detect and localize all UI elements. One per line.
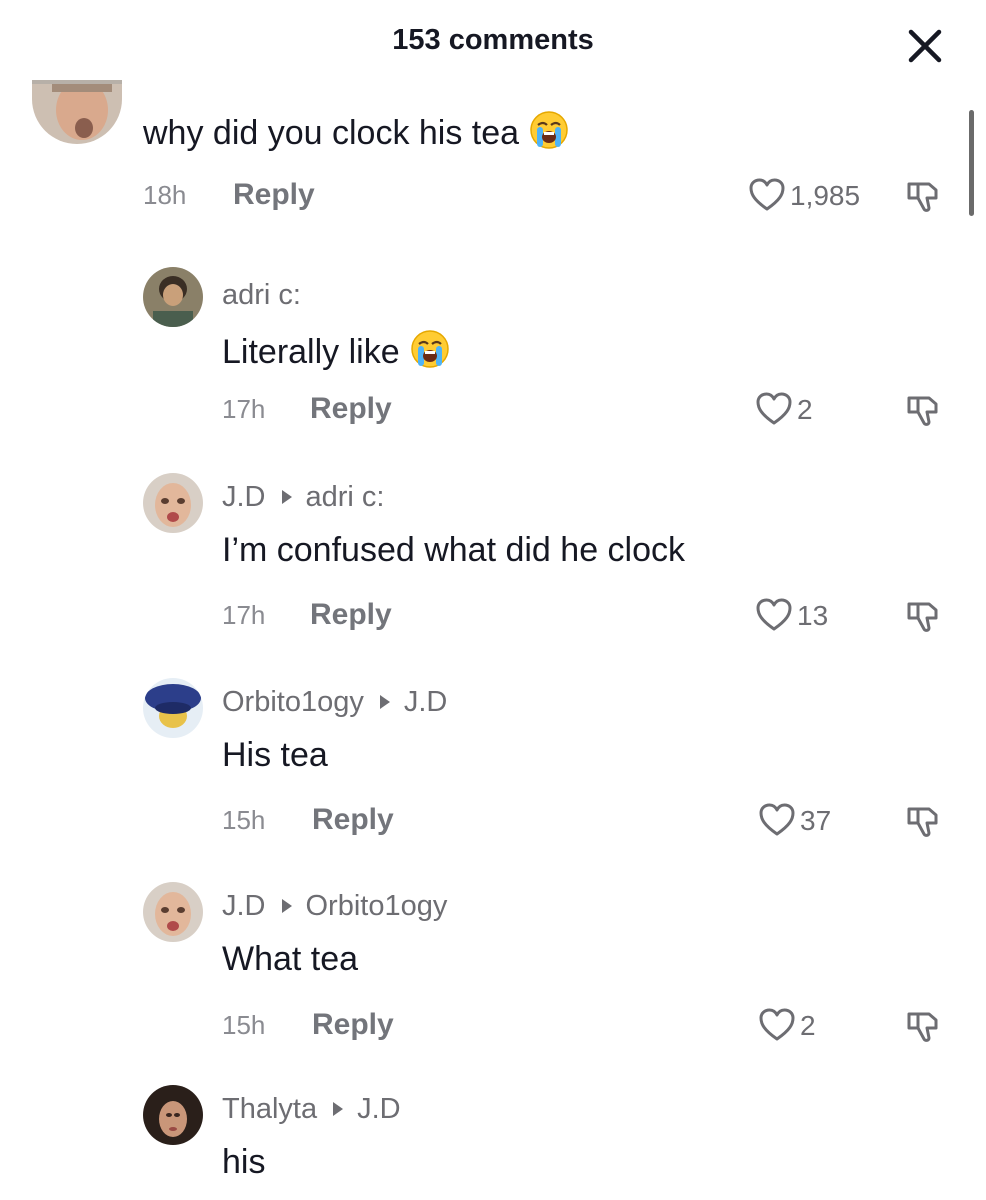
dislike-button[interactable] <box>903 596 943 636</box>
like-count: 37 <box>800 805 832 836</box>
like-button[interactable]: 1,985 <box>748 176 878 216</box>
heart-outline-icon <box>756 392 792 425</box>
reply-to-username[interactable]: J.D <box>404 686 448 718</box>
loudly-crying-emoji-icon <box>410 329 450 378</box>
avatar[interactable] <box>143 1085 203 1145</box>
comment-text-content: His tea <box>222 736 328 774</box>
reply-to-username[interactable]: adri c: <box>306 481 385 513</box>
like-button[interactable]: 2 <box>758 1006 838 1046</box>
username-text[interactable]: J.D <box>222 481 266 513</box>
username-text[interactable]: adri c: <box>222 279 301 311</box>
reply-arrow-icon <box>281 490 292 505</box>
thumbs-down-icon <box>907 396 938 426</box>
comment-username: J.D Orbito1ogy <box>222 890 447 923</box>
loudly-crying-emoji-icon <box>529 110 569 159</box>
reply-arrow-icon <box>379 695 390 710</box>
comment-text: his <box>222 1143 265 1182</box>
dislike-button[interactable] <box>903 1006 943 1046</box>
thumbs-down-icon <box>907 807 938 837</box>
thumbs-down-icon <box>907 1012 938 1042</box>
heart-outline-icon <box>759 1008 795 1041</box>
comments-sheet: 153 comments why did you clock his tea 1… <box>0 0 986 1200</box>
username-text[interactable]: J.D <box>222 890 266 922</box>
comment-username: Thalyta J.D <box>222 1093 401 1126</box>
reply-button[interactable]: Reply <box>233 178 315 212</box>
comment-text: why did you clock his tea <box>143 110 569 159</box>
avatar[interactable] <box>143 473 203 533</box>
comment-text: I’m confused what did he clock <box>222 531 685 570</box>
comment-username: J.D adri c: <box>222 481 384 514</box>
reply-arrow-icon <box>333 1102 344 1117</box>
scrollbar[interactable] <box>969 110 974 216</box>
heart-outline-icon <box>756 598 792 631</box>
dislike-button[interactable] <box>903 390 943 430</box>
reply-arrow-icon <box>281 899 292 914</box>
heart-outline-icon <box>749 178 785 211</box>
comment-text-content: I’m confused what did he clock <box>222 531 686 569</box>
like-count: 2 <box>800 1010 816 1041</box>
reply-to-username[interactable]: J.D <box>357 1093 401 1125</box>
comment-text: His tea <box>222 736 328 775</box>
reply-button[interactable]: Reply <box>310 598 392 632</box>
thumbs-down-icon <box>907 182 938 212</box>
dislike-button[interactable] <box>903 801 943 841</box>
close-button[interactable] <box>905 26 945 66</box>
comment-time: 17h <box>222 600 266 630</box>
comment-username: adri c: <box>222 279 301 312</box>
heart-outline-icon <box>759 803 795 836</box>
comment-time: 17h <box>222 394 266 424</box>
comment-username: Orbito1ogy J.D <box>222 686 447 719</box>
comment-time: 15h <box>222 805 266 835</box>
reply-button[interactable]: Reply <box>310 392 392 426</box>
comment-time: 15h <box>222 1010 266 1040</box>
username-text[interactable]: Thalyta <box>222 1093 317 1125</box>
dislike-button[interactable] <box>903 176 943 216</box>
avatar[interactable] <box>143 882 203 942</box>
comments-count-title: 153 comments <box>392 24 594 56</box>
close-icon <box>908 29 942 63</box>
reply-to-username[interactable]: Orbito1ogy <box>306 890 448 922</box>
comment-text: Literally like <box>222 329 450 378</box>
avatar[interactable] <box>143 267 203 327</box>
comment-time: 18h <box>143 180 187 210</box>
like-count: 13 <box>797 600 829 631</box>
avatar[interactable] <box>32 80 122 144</box>
reply-button[interactable]: Reply <box>312 803 394 837</box>
like-count: 1,985 <box>790 180 861 211</box>
comment-text-content: his <box>222 1143 266 1181</box>
like-button[interactable]: 2 <box>755 390 835 430</box>
reply-button[interactable]: Reply <box>312 1008 394 1042</box>
comment-text-content: What tea <box>222 940 359 978</box>
thumbs-down-icon <box>907 602 938 632</box>
like-button[interactable]: 37 <box>758 801 848 841</box>
username-text[interactable]: Orbito1ogy <box>222 686 364 718</box>
like-count: 2 <box>797 394 813 425</box>
comment-text-content: why did you clock his tea <box>143 114 520 152</box>
like-button[interactable]: 13 <box>755 596 845 636</box>
comment-text-content: Literally like <box>222 333 400 371</box>
comment-text: What tea <box>222 940 358 979</box>
avatar[interactable] <box>143 678 203 738</box>
